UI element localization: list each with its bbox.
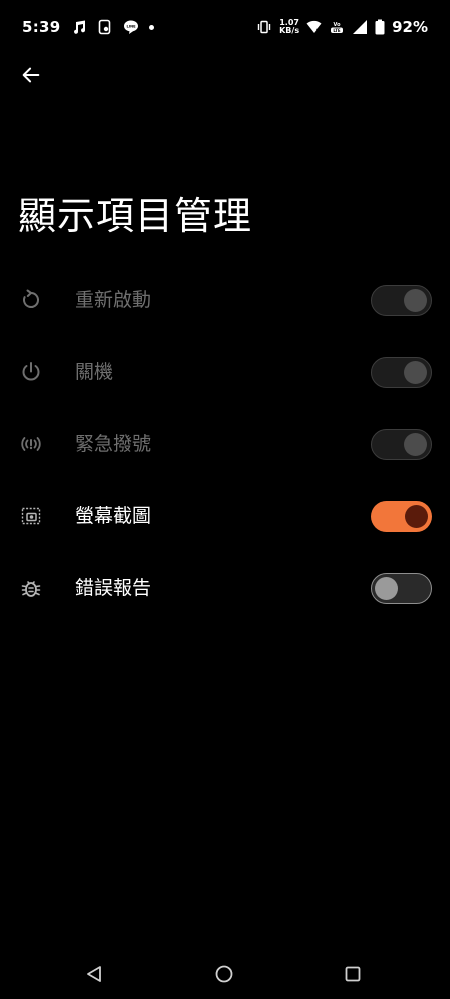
- nav-recents-icon: [345, 966, 361, 982]
- svg-text:LINE: LINE: [126, 25, 136, 29]
- line-app-icon: LINE: [123, 19, 139, 35]
- battery-icon: [375, 19, 385, 35]
- toggle-knob: [405, 505, 428, 528]
- toggle-knob: [375, 576, 398, 600]
- nav-home-button[interactable]: [212, 962, 236, 986]
- notification-app-icon: [97, 19, 113, 35]
- toggle-knob: [404, 360, 427, 384]
- list-item-emergency-call[interactable]: 緊急撥號: [0, 409, 450, 481]
- status-bar: 5:39 LINE 1.07 KB/s Vo LTE 92%: [0, 0, 450, 52]
- screenshot-icon: [20, 505, 42, 527]
- display-items-list: 重新啟動 關機 緊急撥號 螢幕截圖 錯誤報告: [0, 265, 450, 625]
- status-time: 5:39: [22, 18, 61, 36]
- navigation-bar: [0, 950, 450, 998]
- dot-icon: [148, 24, 154, 30]
- back-button[interactable]: [14, 58, 48, 92]
- wifi-icon: [306, 19, 322, 35]
- item-label-restart: 重新啟動: [75, 289, 152, 311]
- net-speed: 1.07 KB/s: [279, 19, 299, 35]
- list-item-screenshot[interactable]: 螢幕截圖: [0, 481, 450, 553]
- toggle-knob: [404, 288, 427, 312]
- restart-icon: [20, 289, 42, 311]
- toggle-bug-report[interactable]: [371, 573, 432, 604]
- power-icon: [20, 361, 42, 383]
- page-title: 顯示項目管理: [18, 194, 253, 238]
- net-speed-unit: KB/s: [279, 26, 300, 35]
- battery-percent: 92%: [392, 18, 428, 36]
- item-label-bug-report: 錯誤報告: [75, 577, 152, 599]
- list-item-power-off[interactable]: 關機: [0, 337, 450, 409]
- bug-report-icon: [20, 577, 42, 599]
- toggle-power-off[interactable]: [371, 357, 432, 388]
- item-label-emergency-call: 緊急撥號: [75, 433, 152, 455]
- list-item-restart[interactable]: 重新啟動: [0, 265, 450, 337]
- svg-text:LTE: LTE: [333, 28, 341, 33]
- status-right: 1.07 KB/s Vo LTE 92%: [256, 16, 428, 38]
- status-left: 5:39 LINE: [22, 16, 154, 38]
- signal-icon: [352, 19, 368, 35]
- volte-icon: Vo LTE: [329, 19, 345, 35]
- item-label-screenshot: 螢幕截圖: [75, 505, 152, 527]
- music-note-icon: [71, 19, 87, 35]
- nav-home-icon: [215, 965, 233, 983]
- nav-recents-button[interactable]: [341, 962, 365, 986]
- list-item-bug-report[interactable]: 錯誤報告: [0, 553, 450, 625]
- nav-back-icon: [87, 966, 101, 982]
- toggle-emergency-call[interactable]: [371, 429, 432, 460]
- item-label-power-off: 關機: [75, 361, 114, 383]
- toggle-restart[interactable]: [371, 285, 432, 316]
- toggle-knob: [404, 432, 427, 456]
- nav-back-button[interactable]: [82, 962, 106, 986]
- arrow-left-icon: [22, 67, 40, 83]
- toggle-screenshot[interactable]: [371, 501, 432, 532]
- emergency-call-icon: [20, 433, 42, 455]
- vibrate-icon: [256, 19, 272, 35]
